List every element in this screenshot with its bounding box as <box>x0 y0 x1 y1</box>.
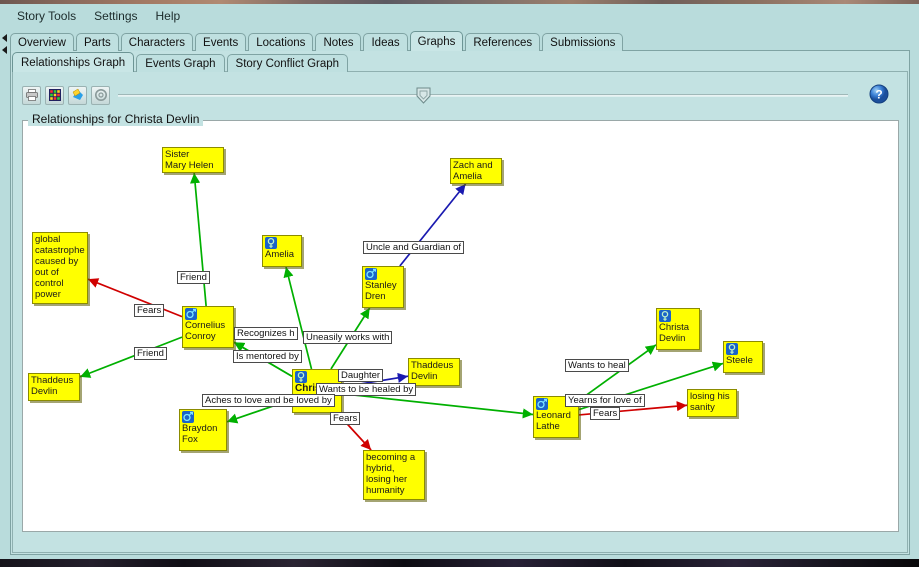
tab-submissions[interactable]: Submissions <box>542 33 624 51</box>
tab-events[interactable]: Events <box>195 33 247 51</box>
graph-node-global[interactable]: global catastrophe caused by out of cont… <box>32 232 88 304</box>
subtab-story-conflict-graph[interactable]: Story Conflict Graph <box>226 54 349 72</box>
edge-label[interactable]: Aches to love and be loved by <box>202 394 335 407</box>
graph-node-sister[interactable]: Sister Mary Helen <box>162 147 224 173</box>
graph-node-label: Zach and Amelia <box>453 160 493 182</box>
male-icon <box>536 398 548 410</box>
application-window: Story Tools Settings Help Overview Parts C… <box>0 0 919 567</box>
graph-node-cornelius[interactable]: Cornelius Conroy <box>182 306 234 348</box>
edge-label[interactable]: Friend <box>134 347 167 360</box>
svg-text:?: ? <box>875 87 882 101</box>
graph-node-label: Sister Mary Helen <box>165 149 214 171</box>
edge-label[interactable]: Recognizes h <box>234 327 298 340</box>
graph-node-label: becoming a hybrid, losing her humanity <box>366 452 416 496</box>
tab-graphs[interactable]: Graphs <box>409 31 464 51</box>
tab-locations[interactable]: Locations <box>248 33 314 51</box>
tab-parts[interactable]: Parts <box>75 33 119 51</box>
subtab-events-graph[interactable]: Events Graph <box>136 54 225 72</box>
graph-node-stanley[interactable]: Stanley Dren <box>362 266 404 308</box>
graph-node-label: losing his sanity <box>690 391 730 413</box>
edge-label[interactable]: Uneasily works with <box>303 331 393 344</box>
graph-node-losing[interactable]: losing his sanity <box>687 389 737 417</box>
graph-node-label: Cornelius Conroy <box>185 320 226 342</box>
tab-notes[interactable]: Notes <box>315 33 362 51</box>
graph-node-steele[interactable]: Steele <box>723 341 763 373</box>
zoom-slider[interactable] <box>118 83 848 107</box>
edge-label[interactable]: Fears <box>134 304 165 317</box>
desktop-strip-bottom <box>0 559 919 567</box>
settings-gear-icon[interactable] <box>91 85 110 105</box>
graph-node-label: global catastrophe caused by out of cont… <box>35 234 85 300</box>
edge-label[interactable]: Yearns for love of <box>565 394 645 407</box>
graph-node-becoming[interactable]: becoming a hybrid, losing her humanity <box>363 450 425 500</box>
graph-node-label: Leonard Lathe <box>536 410 571 432</box>
graph-edge <box>190 172 207 307</box>
female-icon <box>295 371 307 383</box>
graph-edge <box>341 392 534 419</box>
panel-collapse-arrows[interactable] <box>0 32 10 58</box>
graph-node-amelia[interactable]: Amelia <box>262 235 302 267</box>
secondary-tab-bar: Relationships Graph Events Graph Story Con… <box>12 52 350 72</box>
help-icon[interactable]: ? <box>869 84 889 104</box>
edge-label[interactable]: Fears <box>330 412 361 425</box>
female-icon <box>726 343 738 355</box>
edge-label[interactable]: Daughter <box>338 369 384 382</box>
menu-help[interactable]: Help <box>147 7 190 25</box>
menu-bar: Story Tools Settings Help <box>0 4 919 28</box>
graph-node-label: Stanley Dren <box>365 280 397 302</box>
graph-toolbar <box>22 83 114 107</box>
graph-group-title: Relationships for Christa Devlin <box>28 112 204 126</box>
graph-node-label: Braydon Fox <box>182 423 218 445</box>
male-icon <box>185 308 197 320</box>
graph-node-zach[interactable]: Zach and Amelia <box>450 158 502 184</box>
female-icon <box>265 237 277 249</box>
menu-settings[interactable]: Settings <box>85 7 146 25</box>
graph-node-label: Amelia <box>265 249 295 260</box>
primary-tab-bar: Overview Parts Characters Events Locations No… <box>10 31 625 51</box>
subtab-relationships-graph[interactable]: Relationships Graph <box>12 52 135 72</box>
menu-story-tools[interactable]: Story Tools <box>8 7 85 25</box>
graph-node-label: Thaddeus Devlin <box>31 375 74 397</box>
graph-edge <box>578 344 657 402</box>
collapse-arrow-down-icon <box>2 46 7 54</box>
edge-label[interactable]: Wants to heal <box>565 359 629 372</box>
print-icon[interactable] <box>22 85 41 105</box>
edge-label[interactable]: Is mentored by <box>233 350 302 363</box>
relationships-graph-group: Sister Mary Helen Zach and Amelia global c… <box>22 120 899 532</box>
grid-icon[interactable] <box>45 85 64 105</box>
graph-node-thaddeus2[interactable]: Thaddeus Devlin <box>408 358 460 386</box>
graph-node-christaR[interactable]: Christa Devlin <box>656 308 700 350</box>
male-icon <box>365 268 377 280</box>
graph-node-label: Steele <box>726 355 753 366</box>
graph-canvas[interactable]: Sister Mary Helen Zach and Amelia global c… <box>23 121 898 531</box>
edge-label[interactable]: Uncle and Guardian of <box>363 241 465 254</box>
zoom-slider-thumb[interactable] <box>415 87 432 104</box>
male-icon <box>182 411 194 423</box>
graph-node-label: Thaddeus Devlin <box>411 360 454 382</box>
graph-node-braydon[interactable]: Braydon Fox <box>179 409 227 451</box>
collapse-arrow-up-icon <box>2 34 7 42</box>
tab-characters[interactable]: Characters <box>120 33 194 51</box>
zoom-slider-track[interactable] <box>118 94 848 97</box>
female-icon <box>659 310 671 322</box>
tab-references[interactable]: References <box>465 33 541 51</box>
edge-label[interactable]: Friend <box>177 271 210 284</box>
edge-label[interactable]: Fears <box>590 407 621 420</box>
tab-ideas[interactable]: Ideas <box>363 33 408 51</box>
graph-node-thaddeus1[interactable]: Thaddeus Devlin <box>28 373 80 401</box>
color-icon[interactable] <box>68 85 87 105</box>
graph-node-label: Christa Devlin <box>659 322 690 344</box>
tab-overview[interactable]: Overview <box>10 33 74 51</box>
